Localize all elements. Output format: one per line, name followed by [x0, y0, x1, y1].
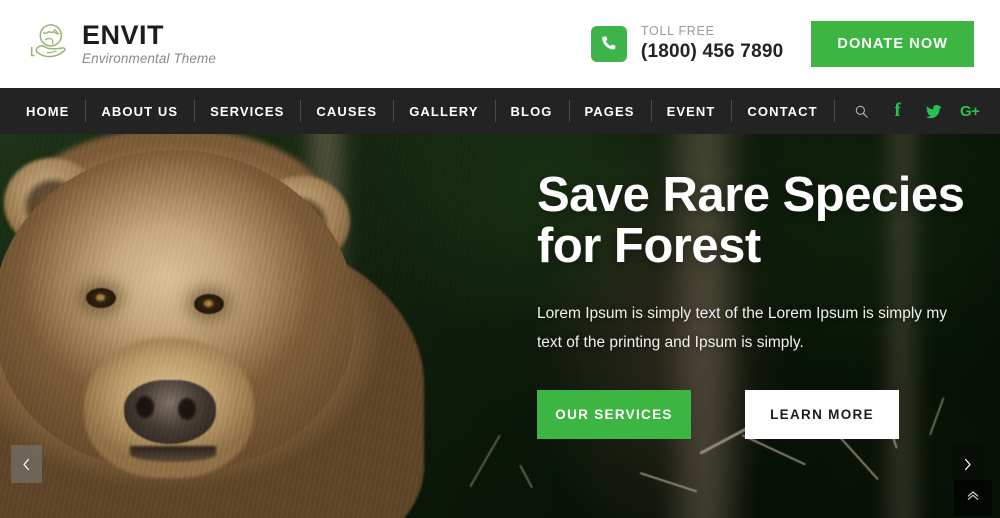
site-header: ENVIT Environmental Theme TOLL FREE (180… [0, 0, 1000, 88]
globe-in-hand-icon [24, 21, 70, 67]
donate-now-button[interactable]: DONATE NOW [811, 21, 974, 67]
learn-more-button[interactable]: LEARN MORE [745, 390, 899, 440]
brand-tagline: Environmental Theme [82, 50, 216, 66]
toll-free-contact[interactable]: TOLL FREE (1800) 456 7890 [590, 24, 783, 63]
nav-item-event[interactable]: EVENT [650, 88, 732, 134]
google-plus-icon[interactable]: G+ [960, 101, 980, 121]
contact-text: TOLL FREE (1800) 456 7890 [641, 24, 783, 63]
toll-free-label: TOLL FREE [640, 24, 715, 39]
nav-item-causes[interactable]: CAUSES [300, 88, 393, 134]
hero-buttons: OUR SERVICES LEARN MORE [537, 390, 1000, 440]
nav-links: HOME ABOUT US SERVICES CAUSES GALLERY BL… [10, 88, 834, 134]
hero-title-line2: for Forest [537, 219, 761, 274]
facebook-icon[interactable]: f [888, 100, 908, 121]
slider-prev-arrow[interactable] [11, 445, 42, 483]
linkedin-icon[interactable]: in [996, 101, 1000, 121]
hero-subtitle: Lorem Ipsum is simply text of the Lorem … [537, 304, 948, 351]
nav-item-home[interactable]: HOME [10, 88, 85, 134]
nav-icon-group: f G+ in [833, 88, 1000, 134]
phone-icon [590, 25, 627, 62]
toll-free-number: (1800) 456 7890 [640, 40, 784, 62]
header-right-group: TOLL FREE (1800) 456 7890 DONATE NOW [590, 21, 974, 67]
brand-text: ENVIT Environmental Theme [82, 19, 216, 68]
nav-item-services[interactable]: SERVICES [194, 88, 300, 134]
our-services-button[interactable]: OUR SERVICES [537, 390, 691, 440]
bear-photo [0, 134, 474, 518]
nav-item-about-us[interactable]: ABOUT US [85, 88, 194, 134]
nav-item-pages[interactable]: PAGES [568, 88, 651, 134]
hero-slider: Save Rare Species for Forest Lorem Ipsum… [0, 134, 1000, 518]
search-icon[interactable] [852, 101, 872, 121]
nav-item-contact[interactable]: CONTACT [731, 88, 833, 134]
hero-content: Save Rare Species for Forest Lorem Ipsum… [537, 134, 1000, 518]
hero-title: Save Rare Species for Forest [537, 168, 967, 274]
chevron-up-icon [965, 488, 981, 509]
brand-name: ENVIT [82, 19, 165, 50]
brand-logo[interactable]: ENVIT Environmental Theme [24, 19, 216, 68]
slider-next-arrow[interactable] [952, 445, 983, 483]
scroll-to-top-button[interactable] [954, 480, 992, 516]
main-navigation: HOME ABOUT US SERVICES CAUSES GALLERY BL… [0, 88, 1000, 134]
nav-item-blog[interactable]: BLOG [494, 88, 569, 134]
hero-title-line1: Save Rare Species [537, 168, 965, 222]
nav-item-gallery[interactable]: GALLERY [393, 88, 494, 134]
twitter-icon[interactable] [924, 101, 944, 121]
